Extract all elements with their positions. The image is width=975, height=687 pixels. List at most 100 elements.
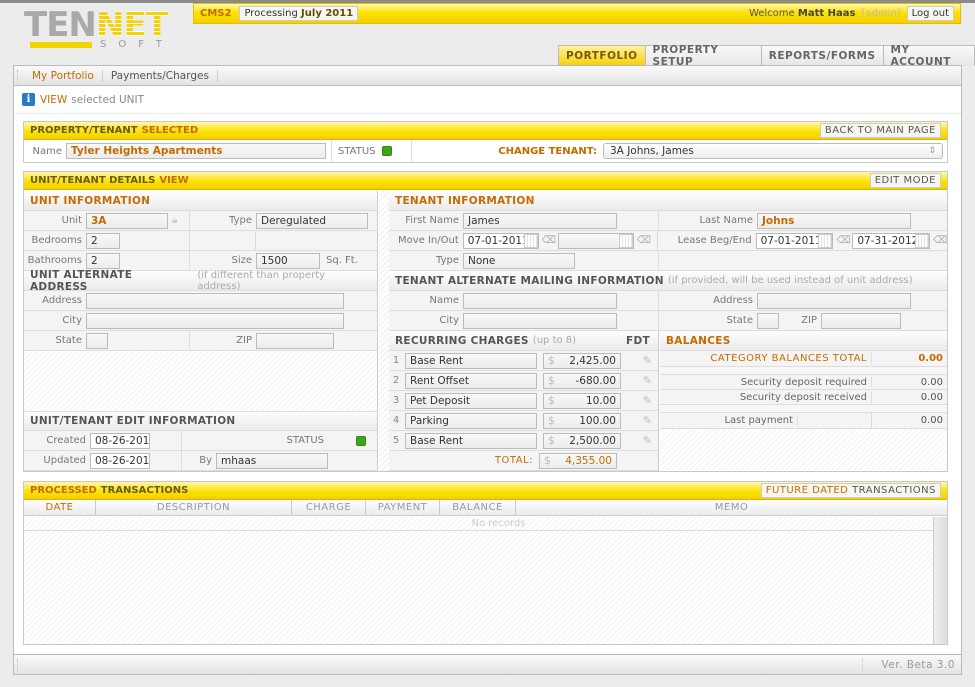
pencil-icon[interactable]: ✎ xyxy=(643,394,652,407)
subnav-payments-charges[interactable]: Payments/Charges xyxy=(103,69,218,82)
bedrooms-label: Bedrooms xyxy=(31,235,82,246)
future-dated-label: FUTURE DATED xyxy=(765,485,849,496)
col-date[interactable]: DATE xyxy=(24,500,96,515)
eraser-icon[interactable]: ⌫ xyxy=(637,235,651,246)
currency-symbol: $ xyxy=(548,374,555,387)
calendar-icon[interactable] xyxy=(915,233,929,248)
pencil-icon[interactable]: ✎ xyxy=(643,434,652,447)
calendar-icon[interactable] xyxy=(818,233,833,248)
charge-number: 1 xyxy=(392,355,400,366)
property-name-field[interactable]: Tyler Heights Apartments xyxy=(66,143,326,159)
main-frame: My Portfolio Payments/Charges i VIEW sel… xyxy=(13,65,962,675)
last-payment-row: Last payment 0.00 xyxy=(660,413,947,429)
spacer xyxy=(660,405,947,413)
created-field: 08-26-2011 xyxy=(90,432,150,449)
change-tenant-label: CHANGE TENANT: xyxy=(498,145,597,157)
logout-button[interactable]: Log out xyxy=(906,6,954,21)
change-tenant-value: 3A Johns, James xyxy=(610,145,694,157)
updated-cell: 08-26-2011 xyxy=(90,451,182,470)
category-total-row: CATEGORY BALANCES TOTAL 0.00 xyxy=(660,351,947,367)
col-balance[interactable]: BALANCE xyxy=(440,500,516,515)
charges-total-row: TOTAL: $4,355.00 xyxy=(389,451,658,471)
spacer xyxy=(660,367,947,375)
mail-name-label: Name xyxy=(429,295,459,306)
pencil-icon[interactable]: ✎ xyxy=(643,354,652,367)
fdt-label: FDT xyxy=(626,334,650,347)
mail-zip-field[interactable] xyxy=(821,312,901,329)
last-name-field[interactable]: Johns xyxy=(757,212,911,229)
mail-address-field[interactable] xyxy=(757,292,911,309)
first-name-field[interactable]: James xyxy=(463,212,617,229)
col-description[interactable]: DESCRIPTION xyxy=(96,500,292,515)
charge-name-field[interactable]: Base Rent xyxy=(405,352,537,369)
alt-state-field[interactable] xyxy=(86,332,108,349)
view-mode-indicator: i VIEW selected UNIT xyxy=(22,93,144,106)
charge-amount-field[interactable]: $2,500.00 xyxy=(543,432,621,449)
unit-label: Unit xyxy=(61,215,82,226)
alt-address-label: Address xyxy=(42,295,82,306)
edit-mode-button[interactable]: EDIT MODE xyxy=(869,173,941,188)
currency-symbol: $ xyxy=(548,434,555,447)
move-dates-cell: 07-01-2011 ⌫ ⌫ xyxy=(462,231,658,250)
mail-city-field[interactable] xyxy=(463,312,617,329)
transactions-table-header: DATE DESCRIPTION CHARGE PAYMENT BALANCE … xyxy=(24,500,947,516)
tab-portfolio[interactable]: PORTFOLIO xyxy=(559,46,645,66)
bathrooms-cell: 2 xyxy=(86,251,190,270)
deposit-required-value: 0.00 xyxy=(920,376,943,388)
future-dated-transactions-button[interactable]: FUTURE DATED TRANSACTIONS xyxy=(760,483,941,498)
tab-reports-forms[interactable]: REPORTS/FORMS xyxy=(760,46,883,66)
eraser-icon[interactable]: ⌫ xyxy=(836,235,850,246)
charge-name-field[interactable]: Rent Offset xyxy=(405,372,537,389)
charge-amount-field[interactable]: $2,425.00 xyxy=(543,352,621,369)
tab-property-setup[interactable]: PROPERTY SETUP xyxy=(644,44,761,68)
tenant-information-heading: TENANT INFORMATION xyxy=(389,191,947,211)
calendar-icon[interactable] xyxy=(523,233,538,248)
charge-amount-field[interactable]: $10.00 xyxy=(543,392,621,409)
charge-name-field[interactable]: Base Rent xyxy=(405,432,537,449)
empty-cell xyxy=(190,231,256,250)
processing-period: Processing July 2011 xyxy=(239,6,359,21)
charge-amount-field[interactable]: $ -680.00 xyxy=(543,372,621,389)
charge-amount-field[interactable]: $100.00 xyxy=(543,412,621,429)
change-tenant-select[interactable]: 3A Johns, James ⇕ xyxy=(603,143,943,159)
subnav-my-portfolio[interactable]: My Portfolio xyxy=(24,69,103,82)
bathrooms-field[interactable]: 2 xyxy=(86,252,120,269)
alt-city-label: City xyxy=(62,315,82,326)
charge-number: 5 xyxy=(392,435,400,446)
eraser-icon[interactable]: ⌫ xyxy=(542,235,556,246)
bedrooms-field[interactable]: 2 xyxy=(86,232,120,249)
pencil-icon[interactable]: ✎ xyxy=(643,414,652,427)
mail-state-field[interactable] xyxy=(757,312,779,329)
transactions-scrollbar[interactable] xyxy=(934,517,947,644)
unit-alt-address-heading: UNIT ALTERNATE ADDRESS (if different than… xyxy=(24,269,377,293)
tennet-soft-logo[interactable]: TEN NET SOFT xyxy=(22,8,177,50)
charge-name-field[interactable]: Pet Deposit xyxy=(405,392,537,409)
charge-row: 2 Rent Offset $ -680.00 ✎ xyxy=(389,371,658,391)
last-payment-value: 0.00 xyxy=(920,415,943,426)
alt-city-field[interactable] xyxy=(86,312,344,329)
calendar-icon[interactable] xyxy=(618,233,633,248)
unit-type-field[interactable]: Deregulated xyxy=(256,212,368,229)
col-payment[interactable]: PAYMENT xyxy=(366,500,440,515)
charge-row: 3 Pet Deposit $10.00 ✎ xyxy=(389,391,658,411)
tenant-type-field[interactable]: None xyxy=(463,252,575,269)
edit-status-label: STATUS xyxy=(286,435,324,446)
unit-field[interactable]: 3A xyxy=(86,212,168,229)
col-charge[interactable]: CHARGE xyxy=(292,500,366,515)
property-tenant-panel: PROPERTY/TENANT SELECTED BACK TO MAIN PAG… xyxy=(23,121,948,163)
size-field[interactable]: 1500 xyxy=(256,252,320,269)
deposit-received-value: 0.00 xyxy=(920,391,943,403)
charge-row: 1 Base Rent $2,425.00 ✎ xyxy=(389,351,658,371)
created-cell: 08-26-2011 xyxy=(90,431,182,450)
mail-name-field[interactable] xyxy=(463,292,617,309)
charge-name-field[interactable]: Parking xyxy=(405,412,537,429)
alt-zip-field[interactable] xyxy=(256,332,334,349)
move-in-out-label: Move In/Out xyxy=(397,235,459,246)
back-to-main-page-button[interactable]: BACK TO MAIN PAGE xyxy=(819,123,941,138)
tab-my-account[interactable]: MY ACCOUNT xyxy=(882,44,974,68)
pencil-icon[interactable]: ✎ xyxy=(643,374,652,387)
balances-section: BALANCES CATEGORY BALANCES TOTAL 0.00 Se… xyxy=(660,331,947,471)
col-memo[interactable]: MEMO xyxy=(516,500,947,515)
alt-address-field[interactable] xyxy=(86,292,344,309)
eraser-icon[interactable]: ⌫ xyxy=(933,235,947,246)
